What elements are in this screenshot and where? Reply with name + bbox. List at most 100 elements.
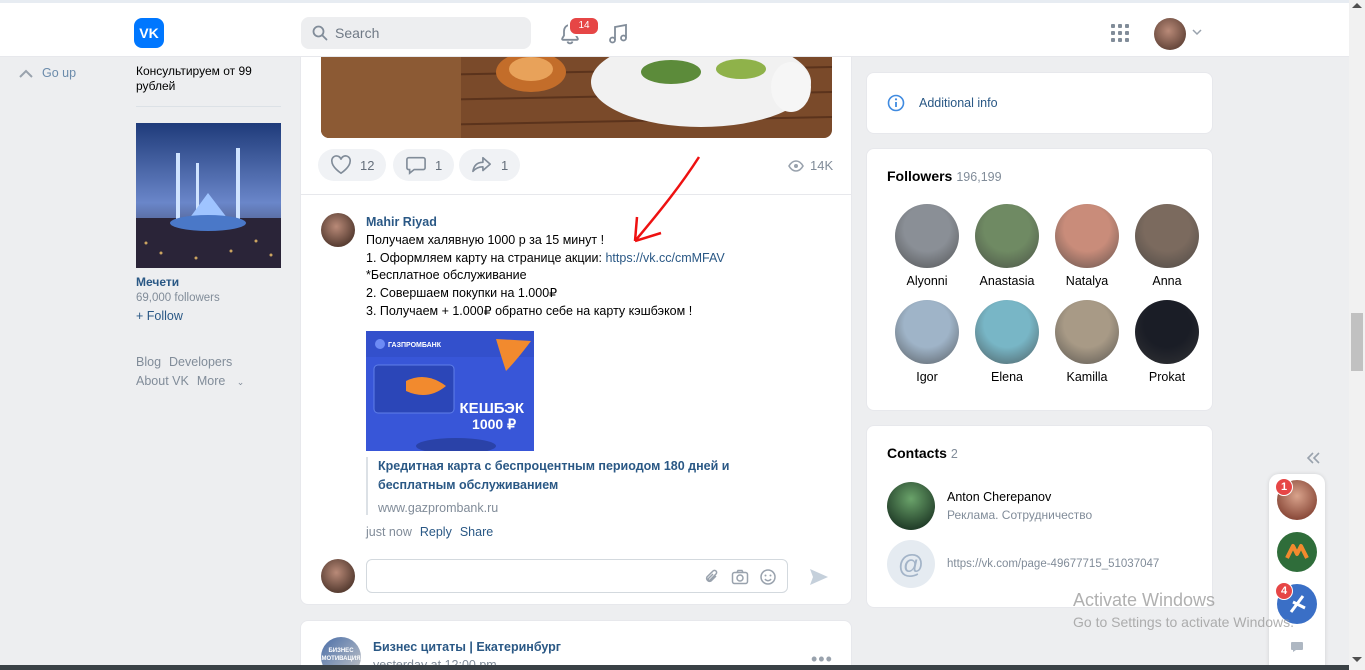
follower-name[interactable]: Kamilla <box>1067 370 1108 384</box>
followers-card: Followers 196,199 Alyonni Anastasia Natalya… <box>866 148 1213 411</box>
comment-count: 1 <box>435 157 443 173</box>
comment-time[interactable]: just now <box>366 525 412 539</box>
comment-button[interactable]: 1 <box>393 149 455 181</box>
like-count: 12 <box>360 157 375 173</box>
group-cover-image[interactable] <box>136 123 281 268</box>
followers-header[interactable]: Followers 196,199 <box>887 168 1002 184</box>
bank-name: ГАЗПРОМБАНК <box>388 342 442 349</box>
follow-button[interactable]: + Follow <box>136 309 183 323</box>
reply-tools <box>703 568 777 586</box>
contacts-count: 2 <box>950 447 958 461</box>
follower-avatar[interactable] <box>1055 300 1119 364</box>
unread-badge: 1 <box>1275 478 1293 496</box>
follower-item[interactable]: Natalya <box>1047 204 1127 288</box>
share-link[interactable]: Share <box>460 525 493 539</box>
ad-text[interactable]: Консультируем от 99 рублей <box>136 64 286 94</box>
follower-avatar[interactable] <box>895 300 959 364</box>
contact-name[interactable]: Anton Cherepanov <box>947 490 1092 504</box>
eye-icon <box>788 159 804 172</box>
chevron-down-icon[interactable] <box>1192 28 1202 36</box>
promo-image[interactable]: ГАЗПРОМБАНК КЕШБЭК 1000 ₽ <box>366 331 534 451</box>
follower-avatar[interactable] <box>975 204 1039 268</box>
paperclip-icon[interactable] <box>703 568 721 586</box>
scroll-up-arrow-icon[interactable] <box>1352 3 1362 8</box>
follower-item[interactable]: Anastasia <box>967 204 1047 288</box>
developers-link[interactable]: Developers <box>169 355 232 369</box>
follower-avatar[interactable] <box>975 300 1039 364</box>
more-link[interactable]: More ⌄ <box>197 374 253 388</box>
follower-name[interactable]: Alyonni <box>907 274 948 288</box>
snippet-title[interactable]: Кредитная карта с беспроцентным периодом… <box>378 457 806 495</box>
follower-name[interactable]: Elena <box>991 370 1023 384</box>
divider <box>136 106 281 107</box>
follower-name[interactable]: Igor <box>916 370 938 384</box>
follower-avatar[interactable] <box>1055 204 1119 268</box>
share-button[interactable]: 1 <box>459 149 521 181</box>
additional-info-button[interactable]: Additional info <box>887 94 998 112</box>
contact-item[interactable]: @ https://vk.com/page-49677715_51037047 <box>887 540 1159 588</box>
follower-name[interactable]: Anastasia <box>980 274 1035 288</box>
apps-grid-icon[interactable] <box>1111 24 1129 42</box>
follower-item[interactable]: Anna <box>1127 204 1207 288</box>
contact-item[interactable]: Anton Cherepanov Реклама. Сотрудничество <box>887 482 1092 530</box>
watermark-title: Activate Windows <box>1073 590 1216 610</box>
footer-links: Blog Developers About VK More ⌄ <box>136 353 286 392</box>
comment-line: 1. Оформляем карту на странице акции: ht… <box>366 250 836 268</box>
search-bar[interactable] <box>301 17 531 49</box>
smile-icon[interactable] <box>759 568 777 586</box>
contact-link[interactable]: https://vk.com/page-49677715_51037047 <box>947 558 1159 570</box>
watermark-subtitle: Go to Settings to activate Windows. <box>1073 614 1294 630</box>
music-icon[interactable] <box>606 22 630 46</box>
about-link[interactable]: About VK <box>136 374 189 388</box>
profile-avatar[interactable] <box>1154 18 1186 50</box>
chat-bubble-icon[interactable] <box>1290 641 1304 653</box>
scroll-down-arrow-icon[interactable] <box>1352 657 1362 662</box>
comment-input[interactable] <box>366 559 788 593</box>
comment-author[interactable]: Mahir Riyad <box>366 215 437 229</box>
go-up-button[interactable]: Go up <box>18 66 76 80</box>
views-count: 14K <box>810 158 834 173</box>
follower-avatar[interactable] <box>1135 300 1199 364</box>
follower-name[interactable]: Anna <box>1152 274 1181 288</box>
follower-item[interactable]: Alyonni <box>887 204 967 288</box>
promo-amount: 1000 ₽ <box>472 416 516 432</box>
search-input[interactable] <box>335 17 525 49</box>
follower-item[interactable]: Kamilla <box>1047 300 1127 384</box>
reply-link[interactable]: Reply <box>420 525 452 539</box>
follower-avatar[interactable] <box>1135 204 1199 268</box>
group-name-link[interactable]: Мечети <box>136 275 179 289</box>
follower-name[interactable]: Prokat <box>1149 370 1185 384</box>
contact-role: Реклама. Сотрудничество <box>947 508 1093 522</box>
camera-icon[interactable] <box>731 568 749 586</box>
snippet-url[interactable]: www.gazprombank.ru <box>378 501 806 515</box>
post-card: БИЗНЕС МОТИВАЦИЯ Бизнес цитаты | Екатери… <box>300 620 852 670</box>
link-snippet[interactable]: Кредитная карта с беспроцентным периодом… <box>366 457 806 515</box>
share-icon <box>472 156 491 173</box>
post-card: 12 1 1 14K <box>300 57 852 195</box>
post-photo[interactable] <box>321 57 832 138</box>
chat-avatar[interactable] <box>1277 532 1317 572</box>
like-button[interactable]: 12 <box>318 149 387 181</box>
collapse-chats-icon[interactable] <box>1305 452 1321 464</box>
post-author[interactable]: Бизнес цитаты | Екатеринбург <box>373 640 561 654</box>
windows-activation-watermark: Activate Windows Go to Settings to activ… <box>1073 590 1294 630</box>
comment-icon <box>406 156 426 175</box>
comment-line-prefix: 1. Оформляем карту на странице акции: <box>366 250 606 265</box>
chat-dock: 1 4 <box>1269 474 1325 670</box>
follower-avatar[interactable] <box>895 204 959 268</box>
follower-name[interactable]: Natalya <box>1066 274 1108 288</box>
followers-count: 196,199 <box>956 170 1002 184</box>
vk-logo[interactable]: VK <box>134 18 164 48</box>
contact-avatar[interactable] <box>887 482 935 530</box>
search-icon <box>312 25 328 41</box>
follower-item[interactable]: Elena <box>967 300 1047 384</box>
contacts-header[interactable]: Contacts 2 <box>887 445 958 461</box>
follower-item[interactable]: Igor <box>887 300 967 384</box>
taskbar-edge <box>0 665 1349 670</box>
follower-item[interactable]: Prokat <box>1127 300 1207 384</box>
followers-grid: Alyonni Anastasia Natalya Anna Igor Elena Kami… <box>887 204 1207 384</box>
commenter-avatar[interactable] <box>321 213 355 247</box>
send-icon[interactable] <box>808 567 830 587</box>
scrollbar-thumb[interactable] <box>1351 313 1363 371</box>
blog-link[interactable]: Blog <box>136 355 161 369</box>
